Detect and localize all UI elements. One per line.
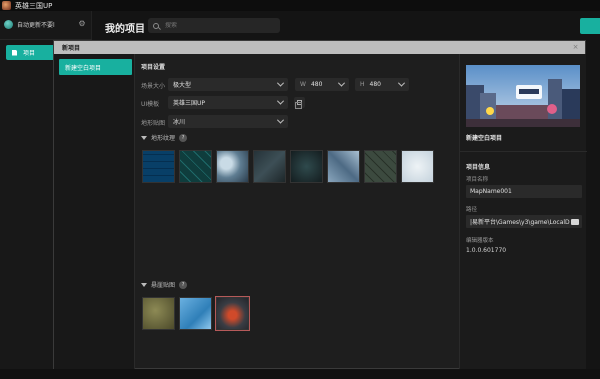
terrain-texture-list	[142, 150, 434, 183]
page-title: 我的项目	[105, 24, 145, 35]
terrain-textures-label: 地形纹理	[151, 135, 176, 142]
cliff-tile[interactable]	[142, 297, 175, 330]
height-value: 480	[369, 81, 381, 88]
preview-image	[466, 65, 580, 127]
help-icon[interactable]: ?	[179, 133, 188, 142]
chevron-down-icon	[276, 97, 285, 105]
document-icon	[12, 49, 17, 56]
editor-version-value: 1.0.0.601770	[466, 247, 507, 254]
width-select[interactable]: W 480	[295, 78, 349, 91]
texture-tile[interactable]	[401, 150, 434, 183]
new-project-button[interactable]	[580, 18, 600, 34]
ui-template-select[interactable]: 英雄三国UP	[168, 96, 288, 109]
bottom-strip	[0, 369, 600, 379]
cliff-textures-label: 悬崖贴图	[151, 282, 176, 289]
settings-gear-icon[interactable]: ⚙	[77, 19, 87, 29]
preview-illustration	[466, 65, 580, 127]
copy-button[interactable]	[294, 97, 305, 109]
avatar[interactable]	[4, 19, 13, 29]
info-title: 项目信息	[466, 164, 491, 171]
close-icon[interactable]: ×	[572, 44, 579, 51]
panel-divider	[460, 151, 587, 152]
cliff-textures-expander[interactable]: 悬崖贴图 ?	[141, 280, 188, 289]
scene-size-label: 场景大小	[141, 83, 166, 90]
sidebar-item-label: 项目	[23, 50, 36, 57]
template-list: 新建空白项目	[54, 54, 135, 369]
path-input[interactable]: |易新平台\Games\y3\game\LocalD	[466, 215, 582, 228]
settings-section-title: 项目设置	[141, 64, 166, 71]
terrain-textures-expander[interactable]: 地形纹理 ?	[141, 133, 188, 142]
scene-size-select[interactable]: 极大型	[168, 78, 288, 91]
path-label: 路径	[466, 207, 478, 213]
cliff-tile[interactable]	[215, 296, 250, 331]
search-icon	[153, 22, 159, 29]
template-item-blank[interactable]: 新建空白项目	[59, 59, 132, 75]
terrain-value: 冰川	[173, 119, 186, 126]
width-value: 480	[310, 81, 323, 88]
user-row[interactable]: 自动更新不要l ⚙	[4, 16, 90, 32]
chevron-down-icon	[397, 79, 406, 87]
preview-name: 新建空白项目	[466, 135, 503, 142]
dialog-header: 新项目 ×	[54, 41, 585, 54]
app-title: 英雄三国UP	[15, 1, 53, 10]
cliff-tile[interactable]	[179, 297, 212, 330]
texture-tile[interactable]	[364, 150, 397, 183]
cliff-texture-list	[142, 296, 250, 331]
texture-tile[interactable]	[179, 150, 212, 183]
dialog-title: 新项目	[62, 45, 81, 52]
width-prefix: W	[300, 81, 306, 88]
help-icon[interactable]: ?	[179, 280, 188, 289]
texture-tile[interactable]	[216, 150, 249, 183]
height-select[interactable]: H 480	[355, 78, 409, 91]
title-bar: 英雄三国UP	[0, 0, 600, 11]
project-name-input[interactable]: MapName001	[466, 185, 582, 198]
project-name-label: 项目名称	[466, 177, 489, 183]
new-project-dialog: 新项目 × 新建空白项目 项目设置 场景大小 极大型 W 480 H 480 U…	[53, 40, 587, 369]
chevron-down-icon	[337, 79, 346, 87]
terrain-label: 地形贴图	[141, 120, 166, 127]
project-name-value: MapName001	[470, 188, 512, 195]
texture-tile[interactable]	[327, 150, 360, 183]
expand-triangle-icon	[141, 282, 147, 287]
editor-version-label: 编辑器版本	[466, 238, 494, 244]
scene-size-value: 极大型	[173, 82, 192, 89]
user-name: 自动更新不要l	[17, 21, 55, 29]
copy-icon	[295, 100, 302, 109]
texture-tile[interactable]	[253, 150, 286, 183]
height-prefix: H	[360, 81, 365, 88]
texture-tile[interactable]	[290, 150, 323, 183]
path-value: |易新平台\Games\y3\game\LocalD	[470, 219, 570, 226]
folder-icon[interactable]	[571, 218, 579, 225]
search-input[interactable]	[165, 22, 265, 29]
project-info-panel: 新建空白项目 项目信息 项目名称 MapName001 路径 |易新平台\Gam…	[459, 54, 587, 369]
chevron-down-icon	[276, 116, 285, 124]
app-logo-icon	[2, 1, 11, 10]
search-box[interactable]	[148, 18, 280, 33]
ui-template-value: 英雄三国UP	[173, 100, 206, 107]
terrain-select[interactable]: 冰川	[168, 115, 288, 128]
expand-triangle-icon	[141, 135, 147, 140]
texture-tile[interactable]	[142, 150, 175, 183]
ui-template-label: UI模板	[141, 101, 160, 108]
chevron-down-icon	[276, 79, 285, 87]
sidebar-item-projects[interactable]: 项目	[6, 45, 56, 60]
settings-panel: 项目设置 场景大小 极大型 W 480 H 480 UI模板 英雄三国UP 地形…	[136, 54, 458, 369]
